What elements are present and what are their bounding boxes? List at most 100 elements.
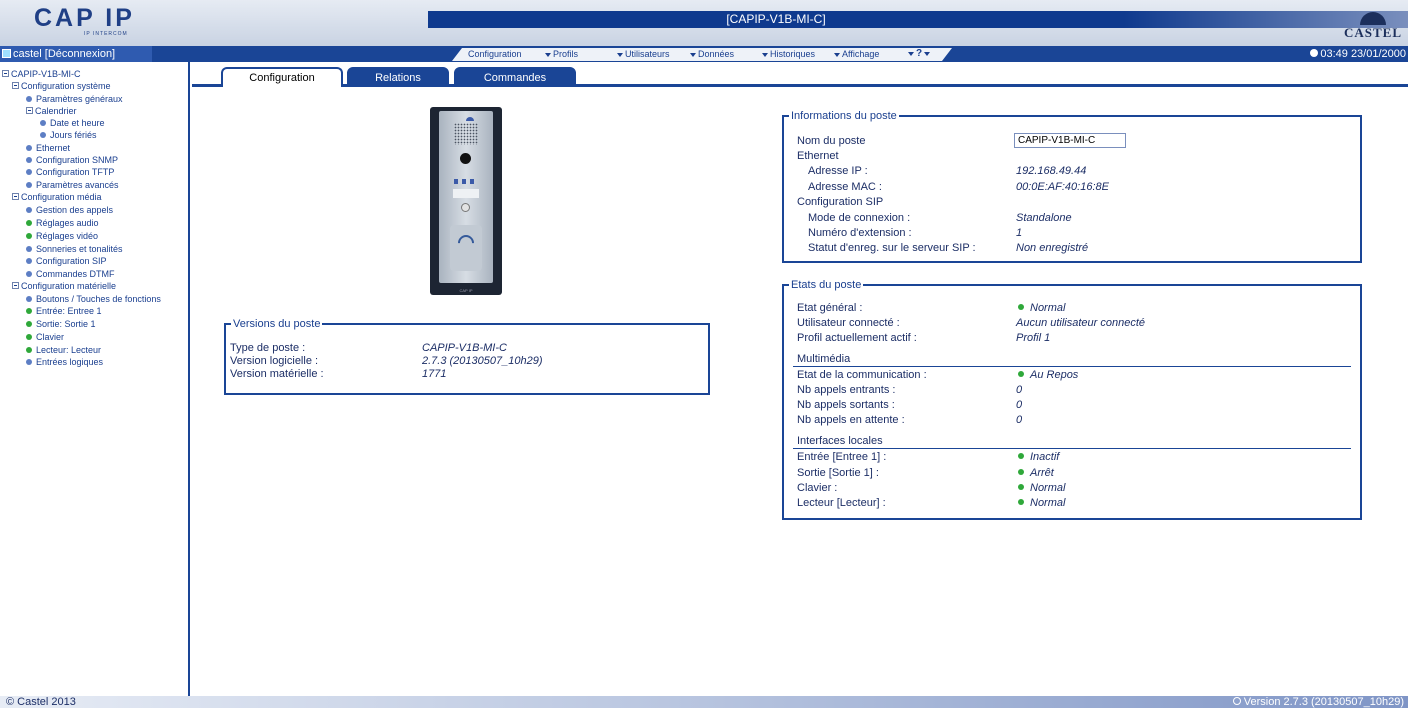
- tree-root[interactable]: CAPIP-V1B-MI-C: [2, 68, 81, 80]
- collapse-icon[interactable]: [12, 193, 19, 200]
- tree-reglages-video[interactable]: Réglages vidéo: [26, 230, 98, 242]
- tree-configuration-snmp[interactable]: Configuration SNMP: [26, 154, 118, 166]
- versions-box: Versions du poste Type de poste : CAPIP-…: [224, 317, 710, 395]
- status-dot-icon: [26, 207, 32, 213]
- tree-item-label: Paramètres généraux: [36, 94, 123, 104]
- menu-utilisateurs[interactable]: Utilisateurs: [617, 49, 670, 59]
- outgoing-calls-value: 0: [1016, 399, 1023, 411]
- cap-ip-logo: CAP IP IP INTERCOM: [34, 6, 144, 40]
- comm-state-text: Au Repos: [1030, 369, 1079, 381]
- tree-clavier[interactable]: Clavier: [26, 331, 64, 343]
- comm-state-label: Etat de la communication :: [797, 369, 927, 381]
- speaker-grill-icon: [454, 123, 478, 145]
- tree-boutons[interactable]: Boutons / Touches de fonctions: [26, 293, 161, 305]
- chevron-down-icon: [545, 53, 551, 57]
- incoming-calls-value: 0: [1016, 384, 1023, 396]
- tree-item-label: Sortie: Sortie 1: [36, 319, 96, 329]
- tree-entrees-logiques[interactable]: Entrées logiques: [26, 356, 103, 368]
- active-profile-value: Profil 1: [1016, 332, 1051, 344]
- tree-commandes-dtmf[interactable]: Commandes DTMF: [26, 268, 115, 280]
- local-interfaces-section: Interfaces locales: [797, 435, 883, 447]
- ip-value: 192.168.49.44: [1016, 165, 1087, 177]
- tree-item-label: Configuration TFTP: [36, 167, 115, 177]
- sip-section: Configuration SIP: [797, 196, 884, 208]
- tree-item-label: Configuration SNMP: [36, 155, 119, 165]
- status-dot-icon: [26, 220, 32, 226]
- status-dot-icon: [26, 233, 32, 239]
- menu-help[interactable]: ?: [908, 48, 932, 59]
- status-dot-icon: [26, 145, 32, 151]
- menu-historiques-label: Historiques: [770, 49, 816, 59]
- waiting-calls-label: Nb appels en attente :: [797, 414, 905, 426]
- tree-item-label: Sonneries et tonalités: [36, 244, 123, 254]
- tree-configuration-sip[interactable]: Configuration SIP: [26, 255, 107, 267]
- collapse-icon[interactable]: [12, 282, 19, 289]
- collapse-icon[interactable]: [12, 82, 19, 89]
- tree-jours-feries[interactable]: Jours fériés: [40, 129, 97, 141]
- menu-donnees[interactable]: Données: [690, 49, 734, 59]
- menu-affichage[interactable]: Affichage: [834, 49, 879, 59]
- status-dot-icon: [26, 258, 32, 264]
- tree-item-label: Réglages vidéo: [36, 231, 99, 241]
- menu-historiques[interactable]: Historiques: [762, 49, 815, 59]
- tree-item-label: Paramètres avancés: [36, 180, 119, 190]
- tree-parametres-avances[interactable]: Paramètres avancés: [26, 179, 119, 191]
- user-logout-link[interactable]: castel [Déconnexion]: [0, 46, 152, 62]
- menu-affichage-label: Affichage: [842, 49, 880, 59]
- tree-parametres-generaux[interactable]: Paramètres généraux: [26, 93, 123, 105]
- clock-text: 03:49 23/01/2000: [1320, 48, 1406, 60]
- sip-registration-value: Non enregistré: [1016, 242, 1089, 254]
- comm-state-value: Au Repos: [1018, 368, 1078, 382]
- collapse-icon[interactable]: [26, 107, 33, 114]
- help-icon: ?: [916, 48, 923, 59]
- camera-icon: [460, 153, 471, 164]
- versions-hardware-label: Version matérielle :: [230, 368, 324, 380]
- versions-type-label: Type de poste :: [230, 342, 306, 354]
- keypad-state-text: Normal: [1030, 482, 1066, 494]
- tree-ethernet[interactable]: Ethernet: [26, 142, 70, 154]
- chevron-down-icon: [924, 52, 931, 56]
- tree-configuration-media[interactable]: Configuration média: [12, 191, 102, 203]
- tree-item-label: Date et heure: [50, 118, 105, 128]
- station-name-field[interactable]: [1014, 133, 1126, 148]
- menu-configuration[interactable]: Configuration: [468, 49, 522, 59]
- tree-configuration-tftp[interactable]: Configuration TFTP: [26, 166, 114, 178]
- tree-configuration-systeme[interactable]: Configuration système: [12, 80, 111, 92]
- rfid-wave-icon: [454, 231, 478, 255]
- tree-configuration-materielle[interactable]: Configuration matérielle: [12, 280, 116, 292]
- connection-mode-label: Mode de connexion :: [808, 212, 911, 224]
- tree-entree[interactable]: Entrée: Entree 1: [26, 305, 102, 317]
- copyright: © Castel 2013: [6, 696, 76, 708]
- input-value: Inactif: [1018, 450, 1059, 464]
- info-title: Informations du poste: [789, 109, 899, 123]
- indicator-icons: [454, 179, 478, 184]
- menu-profils[interactable]: Profils: [545, 49, 578, 59]
- tree-lecteur[interactable]: Lecteur: Lecteur: [26, 344, 101, 356]
- status-dot-icon: [26, 169, 32, 175]
- station-title: [CAPIP-V1B-MI-C]: [428, 11, 1124, 28]
- info-box: Informations du poste Nom du poste Ether…: [782, 109, 1362, 263]
- name-label-plate: [453, 189, 479, 198]
- tab-configuration[interactable]: Configuration: [221, 67, 343, 87]
- tree-calendrier[interactable]: Calendrier: [26, 105, 77, 117]
- general-state-text: Normal: [1030, 302, 1066, 314]
- tree-item-label: Ethernet: [36, 143, 71, 153]
- menu-utilisateurs-label: Utilisateurs: [625, 49, 670, 59]
- status-dot-icon: [26, 271, 32, 277]
- output-value: Arrêt: [1018, 466, 1054, 480]
- clock-icon: [1310, 49, 1319, 57]
- output-label: Sortie [Sortie 1] :: [797, 467, 879, 479]
- version-text: Version 2.7.3 (20130507_10h29): [1243, 696, 1404, 708]
- connection-mode-value: Standalone: [1016, 212, 1072, 224]
- tree-sortie[interactable]: Sortie: Sortie 1: [26, 318, 96, 330]
- reader-state-text: Normal: [1030, 497, 1066, 509]
- tree-sonneries[interactable]: Sonneries et tonalités: [26, 243, 123, 255]
- clock: 03:49 23/01/2000: [1310, 46, 1406, 62]
- collapse-icon[interactable]: [2, 70, 9, 77]
- tree-reglages-audio[interactable]: Réglages audio: [26, 217, 99, 229]
- general-state-value: Normal: [1018, 301, 1065, 315]
- tree-date-et-heure[interactable]: Date et heure: [40, 117, 105, 129]
- tree-root-label: CAPIP-V1B-MI-C: [11, 69, 81, 79]
- tree-gestion-des-appels[interactable]: Gestion des appels: [26, 204, 113, 216]
- ip-label: Adresse IP :: [808, 165, 868, 177]
